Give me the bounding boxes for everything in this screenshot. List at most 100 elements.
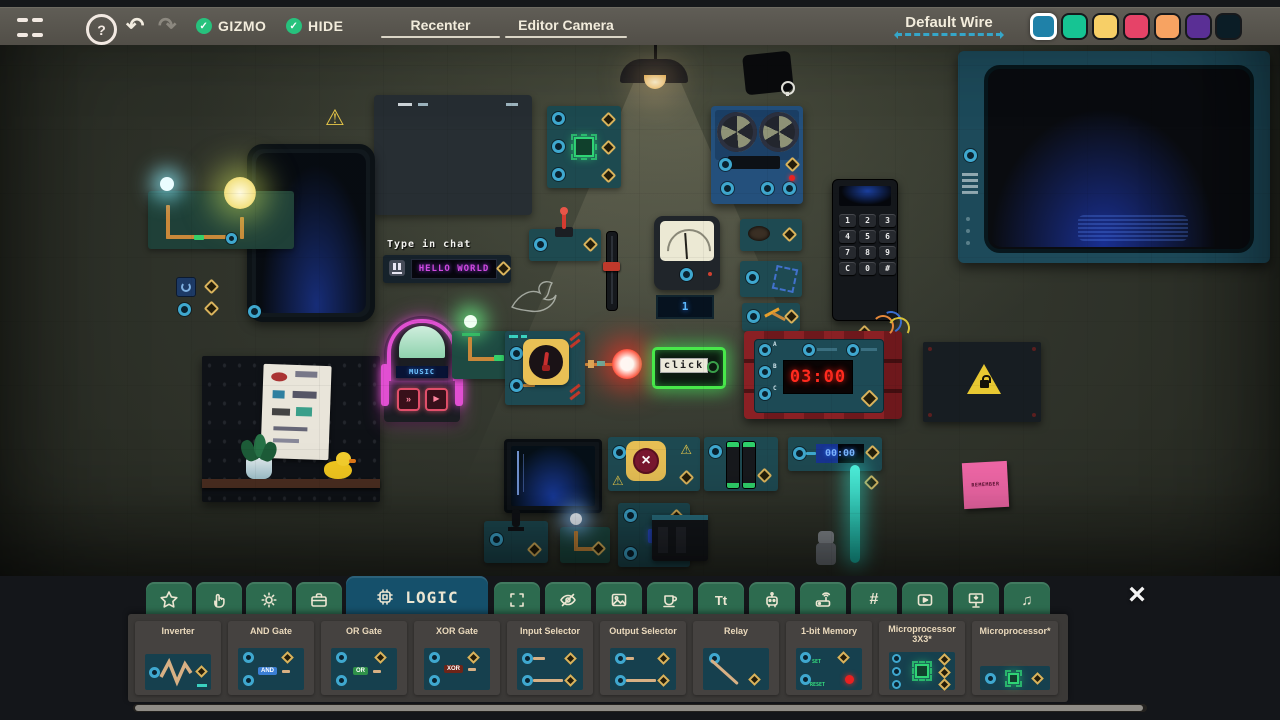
tab-router[interactable]: [800, 582, 846, 618]
keypad-key-1[interactable]: 1: [839, 214, 856, 227]
tab-text[interactable]: Tt: [698, 582, 744, 618]
small-board-speaker[interactable]: [740, 219, 802, 251]
jukebox-play-button[interactable]: ▶: [425, 388, 448, 411]
time-bomb[interactable]: A B C 03:00: [744, 307, 913, 419]
tab-tools[interactable]: [296, 582, 342, 618]
toggle-switch[interactable]: [523, 339, 569, 385]
error-button[interactable]: ×: [626, 441, 666, 481]
component-card-relay[interactable]: Relay: [693, 621, 779, 695]
tab-favorites[interactable]: [146, 582, 192, 618]
component-card-input-selector[interactable]: Input Selector: [507, 621, 593, 695]
green-led-board[interactable]: [452, 315, 510, 379]
component-card-or-gate[interactable]: OR Gate OR: [321, 621, 407, 695]
tab-logic-active[interactable]: LOGIC: [346, 576, 488, 618]
chat-widget[interactable]: HELLO WORLD: [383, 255, 512, 283]
sticky-note[interactable]: REMEMBER: [961, 460, 1010, 510]
dark-structure[interactable]: [652, 515, 708, 561]
redo-button[interactable]: ↷: [158, 13, 176, 39]
tab-channels[interactable]: #: [851, 582, 897, 618]
tab-music[interactable]: ♫: [1004, 582, 1050, 618]
tab-display[interactable]: [953, 582, 999, 618]
microprocessor-board[interactable]: [547, 106, 621, 188]
close-panel-button[interactable]: ×: [1120, 578, 1154, 612]
lamp-circuit-board[interactable]: [148, 177, 294, 249]
counter-board[interactable]: 00:00: [788, 437, 882, 471]
warning-triangle-icon[interactable]: ⚠: [325, 107, 345, 129]
led-board-bottom[interactable]: [560, 513, 610, 563]
editor-camera-button[interactable]: Editor Camera: [505, 17, 627, 38]
output-port-icon[interactable]: [860, 389, 879, 408]
wire-color-swatch-7[interactable]: [1215, 13, 1242, 40]
list-view-icon[interactable]: [52, 14, 80, 40]
output-port-icon[interactable]: [203, 278, 220, 295]
keypad-key-0[interactable]: 0: [859, 262, 876, 275]
keypad-key-6[interactable]: 6: [879, 230, 896, 243]
slider-track[interactable]: [603, 231, 620, 311]
jukebox[interactable]: MUSIC » ▶: [381, 316, 463, 422]
tab-decor[interactable]: [647, 582, 693, 618]
output-port-icon[interactable]: [863, 474, 880, 491]
blue-chip-port[interactable]: [176, 277, 196, 297]
tab-video[interactable]: [902, 582, 948, 618]
component-card-and-gate[interactable]: AND Gate AND: [228, 621, 314, 695]
input-port-icon[interactable]: [248, 305, 261, 318]
small-board-wiggle[interactable]: [742, 303, 800, 331]
lever-board[interactable]: [529, 207, 601, 261]
wire-color-swatch-1[interactable]: [1030, 13, 1057, 40]
blank-wall-panel[interactable]: [374, 95, 532, 215]
keypad-key-hash[interactable]: #: [879, 262, 896, 275]
tab-fullscreen[interactable]: [494, 582, 540, 618]
gizmo-toggle[interactable]: ✓ GIZMO: [196, 18, 266, 34]
keypad-key-7[interactable]: 7: [839, 246, 856, 259]
scrollbar-thumb[interactable]: [135, 705, 1143, 711]
wire-color-swatch-3[interactable]: [1092, 13, 1119, 40]
wire-color-swatch-5[interactable]: [1154, 13, 1181, 40]
hide-toggle[interactable]: ✓ HIDE: [286, 18, 343, 34]
tab-robot[interactable]: [749, 582, 795, 618]
keypad-key-3[interactable]: 3: [879, 214, 896, 227]
undo-button[interactable]: ↶: [126, 13, 144, 39]
keypad-key-4[interactable]: 4: [839, 230, 856, 243]
keypad-key-5[interactable]: 5: [859, 230, 876, 243]
led-red[interactable]: [612, 349, 642, 379]
help-icon[interactable]: ?: [86, 14, 117, 45]
voltmeter[interactable]: [654, 216, 720, 290]
keypad-key-C[interactable]: C: [839, 262, 856, 275]
slider-handle[interactable]: [603, 262, 620, 271]
recenter-button[interactable]: Recenter: [381, 17, 500, 38]
bulb-yellow[interactable]: [224, 177, 256, 209]
editor-canvas[interactable]: ⚠ MUSIC » ▶ Type in chat HELLO WORLD 1 1…: [0, 45, 1280, 577]
crt-monitor[interactable]: [958, 51, 1270, 263]
small-board-hologram[interactable]: [740, 261, 802, 297]
number-display[interactable]: 1: [656, 295, 714, 319]
tape-recorder[interactable]: [711, 106, 803, 204]
led-lamp-white[interactable]: [160, 177, 174, 191]
component-card-xor-gate[interactable]: XOR Gate XOR: [414, 621, 500, 695]
component-card-inverter[interactable]: Inverter: [135, 621, 221, 695]
tab-hidden[interactable]: [545, 582, 591, 618]
input-port-icon[interactable]: [178, 303, 191, 316]
output-port-icon[interactable]: [756, 467, 773, 484]
click-button[interactable]: click: [652, 347, 726, 389]
mini-monitor[interactable]: [504, 439, 602, 513]
component-card-microprocessor[interactable]: Microprocessor*: [972, 621, 1058, 695]
keypad-key-9[interactable]: 9: [879, 246, 896, 259]
tab-images[interactable]: [596, 582, 642, 618]
tab-interact[interactable]: [196, 582, 242, 618]
locked-panel[interactable]: [923, 342, 1041, 422]
keypad-key-2[interactable]: 2: [859, 214, 876, 227]
wire-color-swatch-6[interactable]: [1185, 13, 1212, 40]
grid-view-icon[interactable]: [17, 14, 43, 40]
tab-lights[interactable]: [246, 582, 292, 618]
keypad-key-8[interactable]: 8: [859, 246, 876, 259]
wire-color-swatch-2[interactable]: [1061, 13, 1088, 40]
error-board[interactable]: × ⚠ ⚠: [608, 437, 700, 491]
keypad[interactable]: 1 2 3 4 5 6 7 8 9 C 0 #: [832, 179, 898, 341]
switch-board[interactable]: [505, 331, 585, 405]
jukebox-skip-button[interactable]: »: [397, 388, 420, 411]
output-port-icon[interactable]: [203, 300, 220, 317]
component-card-microprocessor-3x3[interactable]: Microprocessor 3X3*: [879, 621, 965, 695]
battery-board[interactable]: [704, 437, 778, 491]
component-card-output-selector[interactable]: Output Selector: [600, 621, 686, 695]
wire-color-swatch-4[interactable]: [1123, 13, 1150, 40]
